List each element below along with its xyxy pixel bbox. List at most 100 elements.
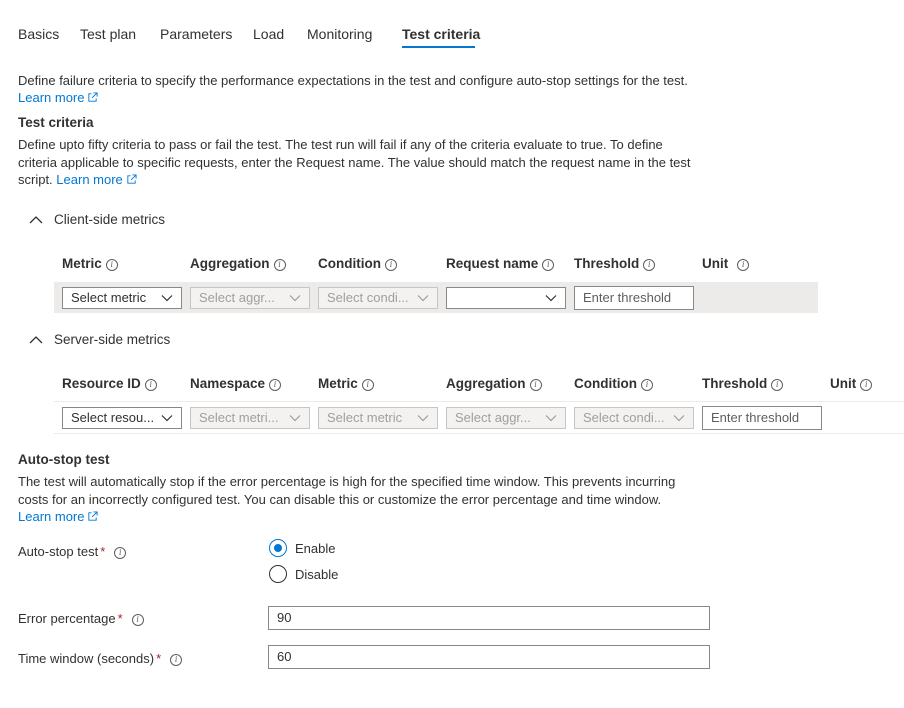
client-metric-dropdown[interactable]: Select metric: [62, 287, 182, 309]
info-icon[interactable]: i: [643, 259, 656, 271]
chevron-down-icon: [289, 295, 301, 302]
info-icon[interactable]: i: [361, 379, 374, 391]
tab-parameters[interactable]: Parameters: [160, 26, 232, 42]
server-aggregation-value: Select aggr...: [455, 410, 531, 425]
intro-text: Define failure criteria to specify the p…: [18, 73, 688, 88]
col-namespace: Namespace i: [190, 376, 282, 391]
client-aggregation-value: Select aggr...: [199, 290, 275, 305]
col-server-metric: Metric i: [318, 376, 374, 391]
col-condition-label: Condition: [318, 256, 381, 271]
time-window-input[interactable]: 60: [268, 645, 710, 669]
info-icon[interactable]: i: [384, 259, 397, 271]
tab-basics[interactable]: Basics: [18, 26, 59, 42]
auto-stop-learn-more[interactable]: Learn more: [18, 508, 99, 526]
client-metric-value: Select metric: [71, 290, 147, 305]
auto-stop-heading: Auto-stop test: [18, 452, 110, 467]
server-namespace-dropdown: Select metri...: [190, 407, 310, 429]
enable-radio-label[interactable]: Enable: [295, 541, 335, 556]
col-request-name: Request name i: [446, 256, 555, 271]
chevron-up-icon[interactable]: [29, 215, 43, 225]
disable-radio[interactable]: [269, 565, 287, 583]
server-metric-value: Select metric: [327, 410, 403, 425]
chevron-down-icon: [289, 415, 301, 422]
tab-test-plan[interactable]: Test plan: [80, 26, 136, 42]
tab-load[interactable]: Load: [253, 26, 284, 42]
learn-more-link[interactable]: Learn more: [18, 509, 84, 524]
chevron-up-icon[interactable]: [29, 335, 43, 345]
client-request-name-dropdown[interactable]: [446, 287, 566, 309]
required-marker: *: [117, 611, 123, 626]
disable-radio-label[interactable]: Disable: [295, 567, 338, 582]
col-request-name-label: Request name: [446, 256, 539, 271]
active-tab-indicator: [402, 46, 475, 48]
col-resource-id-label: Resource ID: [62, 376, 141, 391]
test-criteria-desc-1: Define upto fifty criteria to pass or fa…: [18, 137, 663, 152]
intro-learn-more[interactable]: Learn more: [18, 89, 99, 107]
server-resource-id-value: Select resou...: [71, 410, 155, 425]
test-criteria-heading: Test criteria: [18, 115, 94, 130]
required-marker: *: [100, 544, 106, 559]
col-server-threshold-label: Threshold: [702, 376, 768, 391]
col-resource-id: Resource ID i: [62, 376, 157, 391]
learn-more-link[interactable]: Learn more: [56, 172, 122, 187]
time-window-label: Time window (seconds) * i: [18, 651, 183, 666]
info-icon[interactable]: i: [529, 379, 542, 391]
server-side-metrics-toggle[interactable]: Server-side metrics: [54, 332, 170, 347]
col-server-aggregation: Aggregation i: [446, 376, 542, 391]
chevron-down-icon: [417, 415, 429, 422]
chevron-down-icon: [161, 415, 173, 422]
col-threshold: Threshold i: [574, 256, 656, 271]
server-threshold-input[interactable]: Enter threshold: [702, 406, 822, 430]
info-icon[interactable]: i: [273, 259, 286, 271]
auto-stop-toggle-label: Auto-stop test * i: [18, 544, 127, 559]
info-icon[interactable]: i: [640, 379, 653, 391]
col-namespace-label: Namespace: [190, 376, 266, 391]
external-link-icon: [88, 92, 99, 102]
info-icon[interactable]: i: [131, 614, 144, 626]
col-threshold-label: Threshold: [574, 256, 640, 271]
tab-test-criteria[interactable]: Test criteria: [402, 26, 480, 42]
chevron-down-icon: [161, 295, 173, 302]
test-criteria-desc-3: script. Learn more: [18, 171, 137, 189]
required-marker: *: [156, 651, 162, 666]
tab-monitoring[interactable]: Monitoring: [307, 26, 372, 42]
col-server-aggregation-label: Aggregation: [446, 376, 526, 391]
auto-stop-toggle-label-text: Auto-stop test: [18, 544, 99, 559]
col-server-unit: Unit i: [830, 376, 873, 391]
auto-stop-desc-2: costs for an incorrectly configured test…: [18, 492, 662, 507]
server-metric-dropdown: Select metric: [318, 407, 438, 429]
info-icon[interactable]: i: [105, 259, 118, 271]
chevron-down-icon: [545, 295, 557, 302]
info-icon[interactable]: i: [737, 259, 750, 271]
info-icon[interactable]: i: [114, 547, 127, 559]
info-icon[interactable]: i: [269, 379, 282, 391]
info-icon[interactable]: i: [860, 379, 873, 391]
info-icon[interactable]: i: [771, 379, 784, 391]
col-server-condition: Condition i: [574, 376, 653, 391]
server-condition-value: Select condi...: [583, 410, 665, 425]
info-icon[interactable]: i: [144, 379, 157, 391]
col-condition: Condition i: [318, 256, 397, 271]
info-icon[interactable]: i: [170, 654, 183, 666]
enable-radio[interactable]: [269, 539, 287, 557]
learn-more-link[interactable]: Learn more: [18, 90, 84, 105]
col-server-metric-label: Metric: [318, 376, 358, 391]
chevron-down-icon: [417, 295, 429, 302]
client-threshold-input[interactable]: Enter threshold: [574, 286, 694, 310]
server-aggregation-dropdown: Select aggr...: [446, 407, 566, 429]
error-percentage-input[interactable]: 90: [268, 606, 710, 630]
col-unit-label: Unit: [702, 256, 729, 271]
server-namespace-value: Select metri...: [199, 410, 279, 425]
info-icon[interactable]: i: [542, 259, 555, 271]
col-metric: Metric i: [62, 256, 118, 271]
auto-stop-desc-1: The test will automatically stop if the …: [18, 474, 676, 489]
server-resource-id-dropdown[interactable]: Select resou...: [62, 407, 182, 429]
client-condition-value: Select condi...: [327, 290, 409, 305]
col-aggregation: Aggregation i: [190, 256, 286, 271]
external-link-icon: [127, 174, 137, 184]
client-side-metrics-toggle[interactable]: Client-side metrics: [54, 212, 165, 227]
error-percentage-label: Error percentage * i: [18, 611, 144, 626]
col-aggregation-label: Aggregation: [190, 256, 270, 271]
server-row-top-border: [54, 401, 904, 402]
test-criteria-desc-2: criteria applicable to specific requests…: [18, 155, 691, 170]
